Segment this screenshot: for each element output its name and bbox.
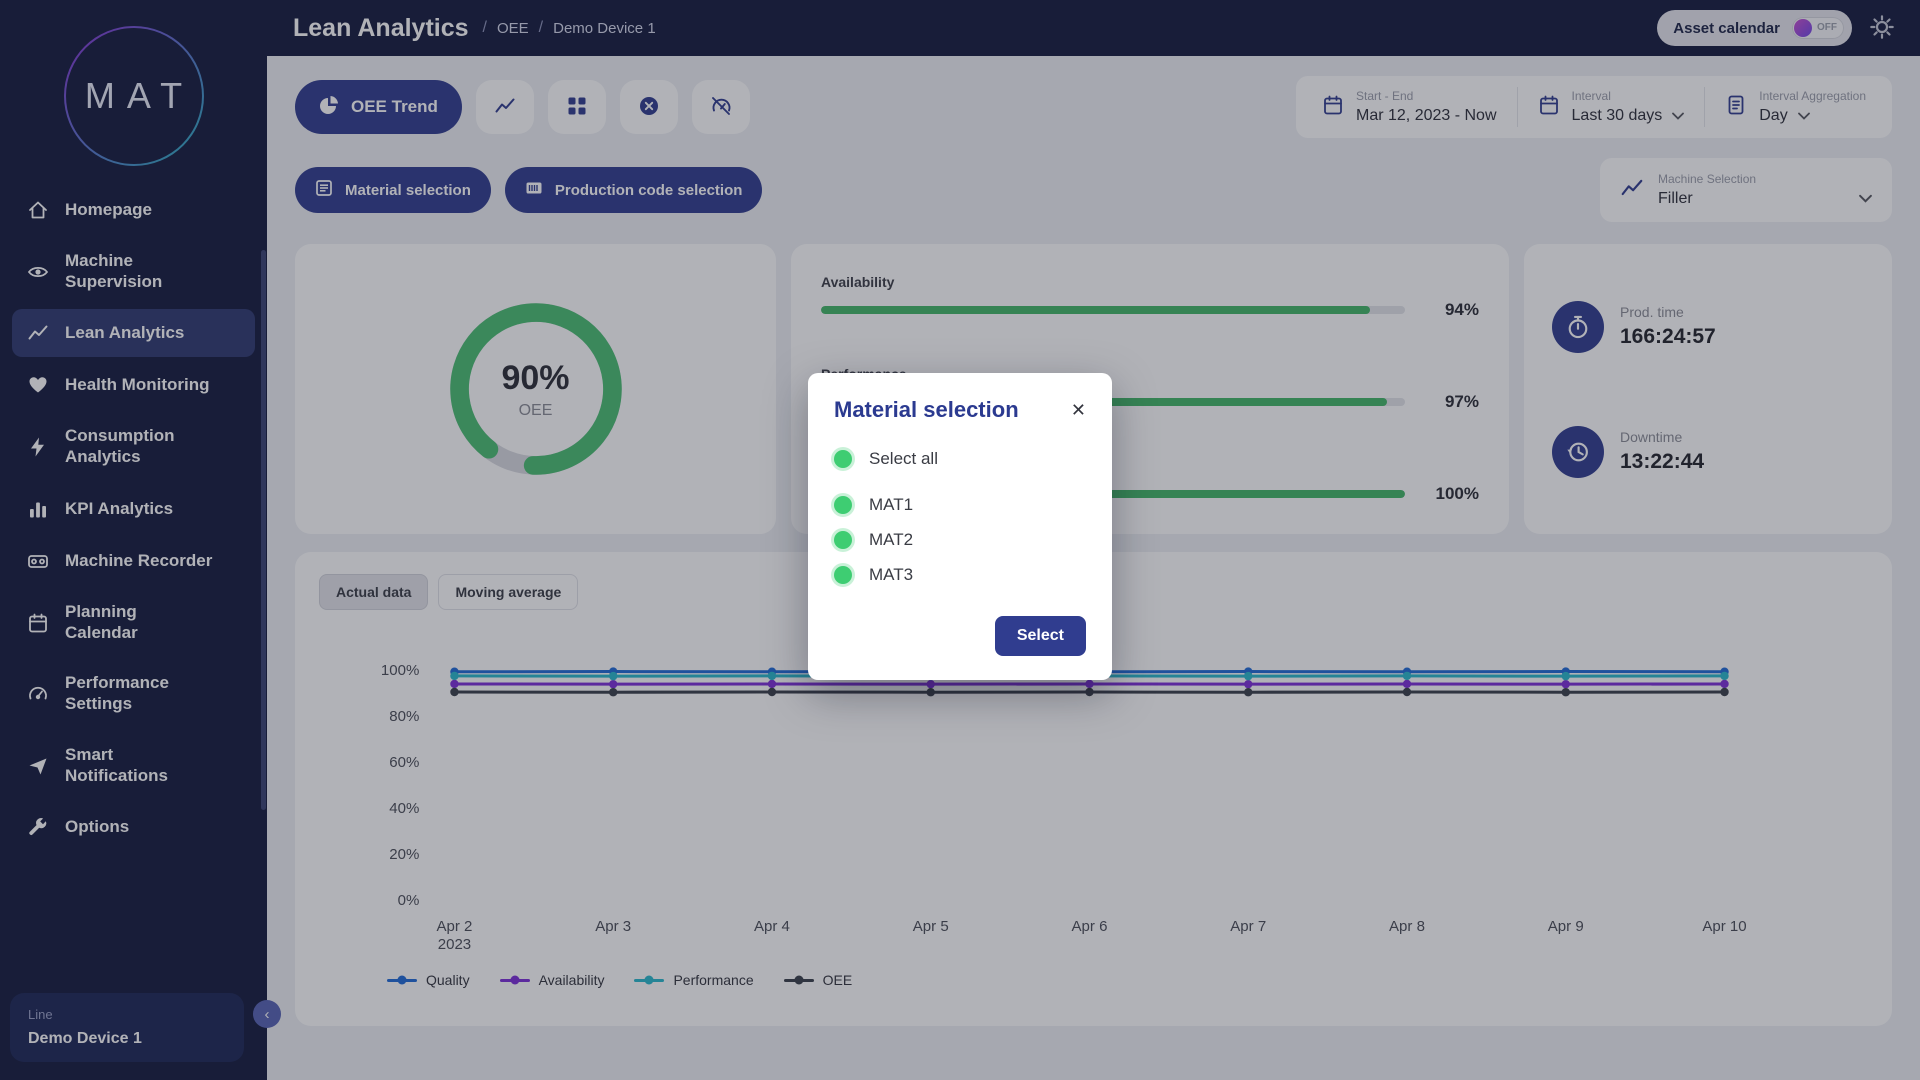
radio-selected-icon[interactable] — [834, 450, 852, 468]
option-label: MAT1 — [869, 495, 913, 515]
option-select-all[interactable]: Select all — [834, 449, 1086, 469]
option-label: Select all — [869, 449, 938, 469]
material-selection-modal: Material selection ✕ Select all MAT1 MAT… — [808, 373, 1112, 680]
close-icon[interactable]: ✕ — [1071, 400, 1086, 421]
option-mat1[interactable]: MAT1 — [834, 495, 1086, 515]
material-options-list: Select all MAT1 MAT2 MAT3 — [834, 449, 1086, 600]
radio-selected-icon[interactable] — [834, 531, 852, 549]
radio-selected-icon[interactable] — [834, 566, 852, 584]
radio-selected-icon[interactable] — [834, 496, 852, 514]
option-label: MAT3 — [869, 565, 913, 585]
select-button[interactable]: Select — [995, 616, 1086, 656]
option-mat2[interactable]: MAT2 — [834, 530, 1086, 550]
modal-title: Material selection — [834, 397, 1019, 423]
option-mat3[interactable]: MAT3 — [834, 565, 1086, 585]
option-label: MAT2 — [869, 530, 913, 550]
